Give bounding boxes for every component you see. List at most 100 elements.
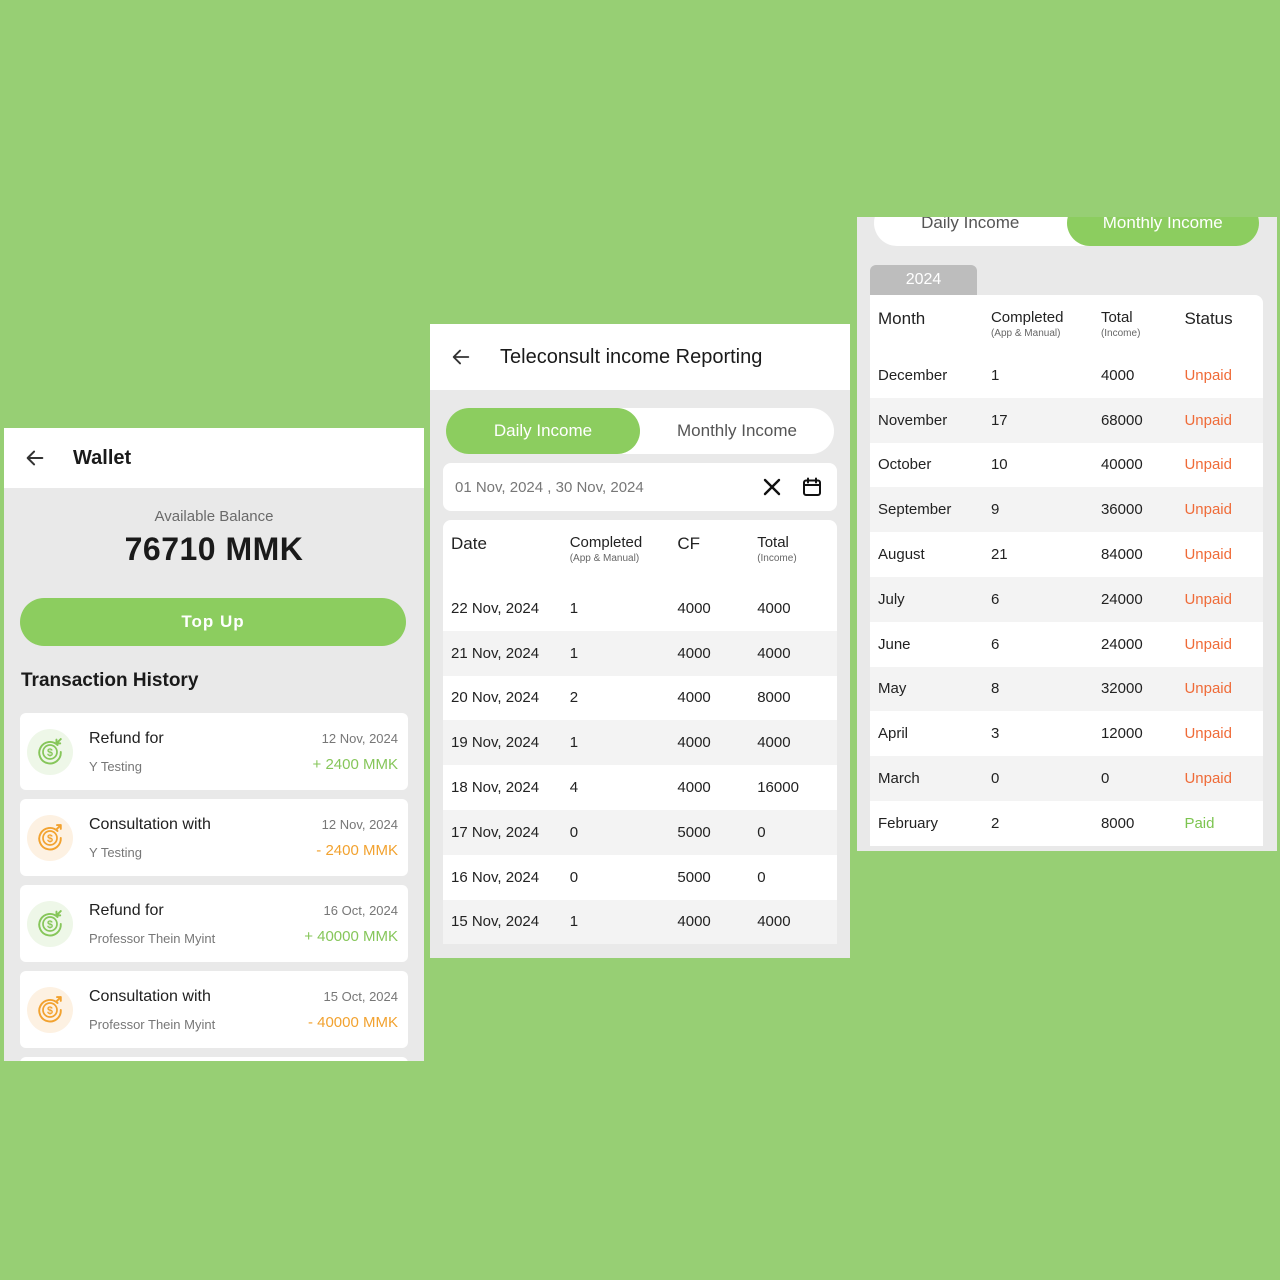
transaction-subtitle: Professor Thein Myint [89, 930, 216, 946]
table-row: October 10 40000 Unpaid [870, 443, 1263, 488]
monthly-income-screen: Daily Income Monthly Income 2024 Month C… [857, 217, 1277, 851]
cell-cf: 4000 [677, 779, 711, 797]
tab-monthly-income[interactable]: Monthly Income [1066, 217, 1259, 246]
page-title: Wallet [73, 446, 132, 469]
table-body: 22 Nov, 2024 1 4000 4000 21 Nov, 2024 1 4000 40… [443, 586, 837, 945]
svg-text:$: $ [47, 918, 53, 930]
cell-total: 4000 [757, 913, 791, 931]
cell-date: 17 Nov, 2024 [451, 823, 540, 841]
cell-month: May [878, 680, 907, 698]
back-arrow-icon[interactable] [24, 447, 46, 469]
cell-cf: 5000 [677, 823, 711, 841]
column-header-completed: Completed (App & Manual) [569, 534, 643, 564]
cell-month: April [878, 725, 909, 743]
cell-completed: 9 [990, 501, 1000, 519]
table-row: 20 Nov, 2024 2 4000 8000 [443, 676, 837, 721]
cell-total: 24000 [1100, 590, 1143, 608]
column-header-month: Month [878, 309, 926, 328]
cell-total: 0 [757, 823, 766, 841]
top-up-button[interactable]: Top Up [20, 598, 406, 646]
column-header-cf: CF [677, 534, 701, 553]
table-row: 18 Nov, 2024 4 4000 16000 [443, 765, 837, 810]
tab-monthly-income[interactable]: Monthly Income [640, 408, 834, 454]
clear-icon[interactable] [759, 474, 785, 500]
transaction-amount: - 2400 MMK [316, 841, 398, 859]
cell-completed: 8 [990, 680, 1000, 698]
transaction-item[interactable]: $ Refund for Y Testing 12 Nov, 2024 + 2400 M… [20, 713, 408, 790]
table-row: 17 Nov, 2024 0 5000 0 [443, 809, 837, 855]
cell-completed: 21 [990, 546, 1008, 564]
cell-total: 24000 [1100, 635, 1143, 653]
transaction-amount: + 40000 MMK [304, 927, 398, 945]
cell-completed: 1 [569, 913, 579, 931]
cell-completed: 6 [990, 590, 1000, 608]
transaction-item[interactable]: $ Refund for Professor Thein Myint 16 Oct, … [20, 885, 408, 962]
cell-total: 8000 [757, 689, 791, 707]
status-badge: Unpaid [1184, 411, 1232, 429]
cell-cf: 5000 [677, 868, 711, 886]
cell-total: 32000 [1100, 680, 1143, 698]
transaction-subtitle: Y Testing [89, 844, 143, 860]
table-row: 22 Nov, 2024 1 4000 4000 [443, 586, 837, 631]
cell-completed: 1 [569, 599, 579, 617]
svg-text:$: $ [47, 1004, 53, 1016]
cell-completed: 1 [990, 366, 1000, 384]
calendar-icon[interactable] [799, 474, 825, 500]
date-range-value: 01 Nov, 2024 , 30 Nov, 2024 [455, 478, 644, 496]
payment-money-icon: $ [27, 814, 73, 861]
table-row: August 21 84000 Unpaid [870, 532, 1263, 577]
cell-date: 21 Nov, 2024 [451, 644, 540, 662]
refund-money-icon: $ [27, 728, 73, 775]
cell-cf: 4000 [677, 913, 711, 931]
table-row: November 17 68000 Unpaid [870, 397, 1263, 443]
column-header-total: Total (Income) [757, 534, 797, 564]
cell-total: 84000 [1100, 546, 1143, 564]
transaction-amount: + 2400 MMK [312, 755, 398, 773]
table-row: 16 Nov, 2024 0 5000 0 [443, 855, 837, 900]
cell-completed: 6 [990, 635, 1000, 653]
status-badge: Unpaid [1184, 680, 1232, 698]
table-row: 21 Nov, 2024 1 4000 4000 [443, 630, 837, 676]
date-range-field[interactable]: 01 Nov, 2024 , 30 Nov, 2024 [443, 463, 837, 511]
cell-total: 0 [757, 868, 766, 886]
cell-date: 20 Nov, 2024 [451, 689, 540, 707]
cell-total: 4000 [1100, 366, 1135, 384]
cell-cf: 4000 [677, 599, 711, 617]
cell-month: March [878, 770, 920, 788]
cell-completed: 1 [569, 644, 579, 662]
cell-completed: 4 [569, 779, 579, 797]
status-badge: Unpaid [1184, 366, 1232, 384]
cell-total: 8000 [1100, 814, 1135, 832]
cell-completed: 3 [990, 725, 1000, 743]
status-badge: Unpaid [1184, 501, 1232, 519]
balance-value: 76710 MMK [124, 531, 304, 567]
year-tab[interactable]: 2024 [870, 265, 977, 295]
status-badge: Paid [1184, 814, 1215, 832]
tab-daily-income[interactable]: Daily Income [446, 408, 640, 454]
svg-text:$: $ [47, 746, 53, 758]
status-badge: Unpaid [1184, 590, 1232, 608]
monthly-income-table: Month Completed (App & Manual) Total (In… [870, 295, 1263, 846]
daily-income-screen: Teleconsult income Reporting Daily Incom… [430, 324, 850, 958]
transaction-item[interactable] [20, 1057, 408, 1061]
tab-daily-income[interactable]: Daily Income [874, 217, 1067, 246]
cell-total: 16000 [757, 779, 799, 797]
transaction-date: 12 Nov, 2024 [321, 816, 398, 832]
table-row: May 8 32000 Unpaid [870, 666, 1263, 712]
transaction-date: 16 Oct, 2024 [323, 902, 398, 918]
status-badge: Unpaid [1184, 456, 1232, 474]
back-arrow-icon[interactable] [450, 346, 472, 368]
table-header: Date Completed (App & Manual) CF Total (… [443, 520, 837, 586]
transaction-item[interactable]: $ Consultation with Professor Thein Myint 1… [20, 971, 408, 1048]
cell-date: 16 Nov, 2024 [451, 868, 540, 886]
income-tabs: Daily Income Monthly Income [874, 217, 1259, 246]
table-row: 19 Nov, 2024 1 4000 4000 [443, 720, 837, 766]
table-row: July 6 24000 Unpaid [870, 576, 1263, 622]
table-row: June 6 24000 Unpaid [870, 622, 1263, 667]
cell-completed: 0 [569, 823, 579, 841]
transaction-item[interactable]: $ Consultation with Y Testing 12 Nov, 2024 -… [20, 799, 408, 876]
svg-text:$: $ [47, 832, 53, 844]
status-badge: Unpaid [1184, 725, 1232, 743]
cell-total: 4000 [757, 599, 791, 617]
transaction-date: 15 Oct, 2024 [323, 988, 398, 1004]
